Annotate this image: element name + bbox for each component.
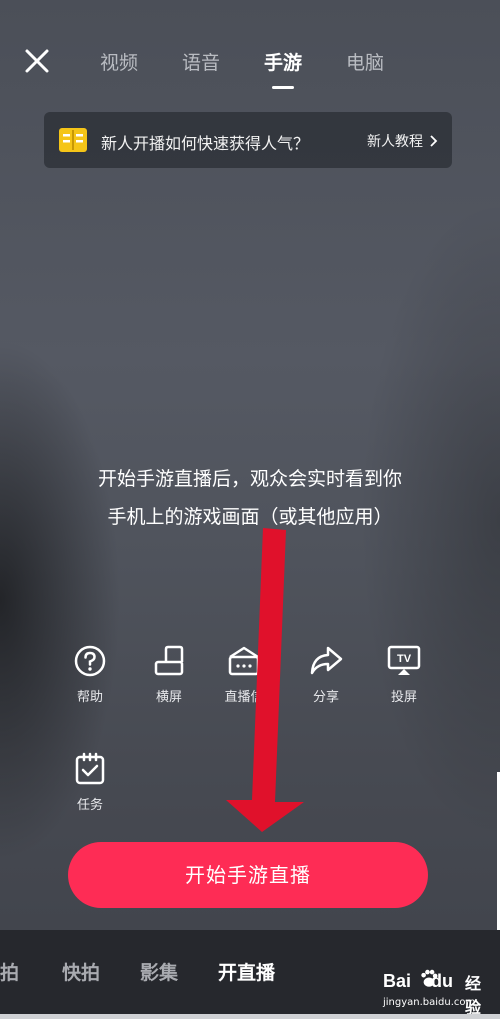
task-label: 任务 [76,798,103,813]
share-label: 分享 [312,690,339,705]
bottom-nav-quick-shoot[interactable]: 快拍 [62,958,100,985]
bottom-nav-album[interactable]: 影集 [140,958,178,985]
watermark-product: 经验 [465,974,482,1017]
watermark-url: jingyan.baidu.com [383,997,476,1008]
bottom-nav-go-live[interactable]: 开直播 [218,958,275,985]
bottom-nav-shoot[interactable]: 拍 [0,958,19,985]
task-icon [75,752,105,785]
share-icon [310,646,343,675]
baidu-jingyan-watermark: Bai du 经验 jingyan.baidu.com [383,966,493,1017]
chevron-right-icon [430,135,438,147]
tab-video[interactable]: 视频 [100,48,182,88]
tab-pc[interactable]: 电脑 [346,48,428,88]
live-info-button[interactable]: 直播信 [204,644,284,705]
help-label: 帮助 [76,690,103,705]
newbie-tips-banner[interactable]: 新人开播如何快速获得人气？ 新人教程 [44,112,452,168]
share-button[interactable]: 分享 [286,644,366,705]
live-info-icon [228,646,260,676]
tab-mobile-game[interactable]: 手游 [264,48,346,89]
baidu-paw-icon [421,969,438,987]
description-line-1: 开始手游直播后，观众会实时看到你 [97,468,402,490]
newbie-tutorial-link[interactable]: 新人教程 [367,131,438,151]
live-info-label: 直播信 [224,690,264,705]
mode-tabs: 视频 语音 手游 电脑 [100,48,428,89]
tab-mobile-game-label: 手游 [264,52,303,74]
cast-label: 投屏 [390,690,417,705]
help-button[interactable]: 帮助 [50,644,130,705]
live-setup-screen: 视频 语音 手游 电脑 新人开播如何快速获得人气？ 新人教程 开始手游直播后，观… [0,0,500,1019]
task-button[interactable]: 任务 [50,752,130,813]
description: 开始手游直播后，观众会实时看到你 手机上的游戏画面（或其他应用） [0,460,500,536]
tab-voice[interactable]: 语音 [182,48,264,88]
newbie-tutorial-label: 新人教程 [367,134,423,150]
book-icon [59,128,87,152]
landscape-icon [154,645,184,676]
svg-text:TV: TV [397,653,412,665]
help-icon [74,645,106,677]
close-icon[interactable] [22,46,52,76]
watermark-brand: Bai du [383,971,454,991]
description-line-2: 手机上的游戏画面（或其他应用） [107,506,393,528]
home-indicator-area [0,1014,500,1019]
banner-text: 新人开播如何快速获得人气？ [101,134,310,153]
start-mobile-game-live-button[interactable]: 开始手游直播 [68,842,428,908]
landscape-label: 横屏 [155,690,182,705]
landscape-button[interactable]: 横屏 [129,644,209,705]
cast-button[interactable]: TV 投屏 [364,644,444,705]
active-tab-underline [272,86,294,89]
cast-icon: TV [387,645,421,675]
